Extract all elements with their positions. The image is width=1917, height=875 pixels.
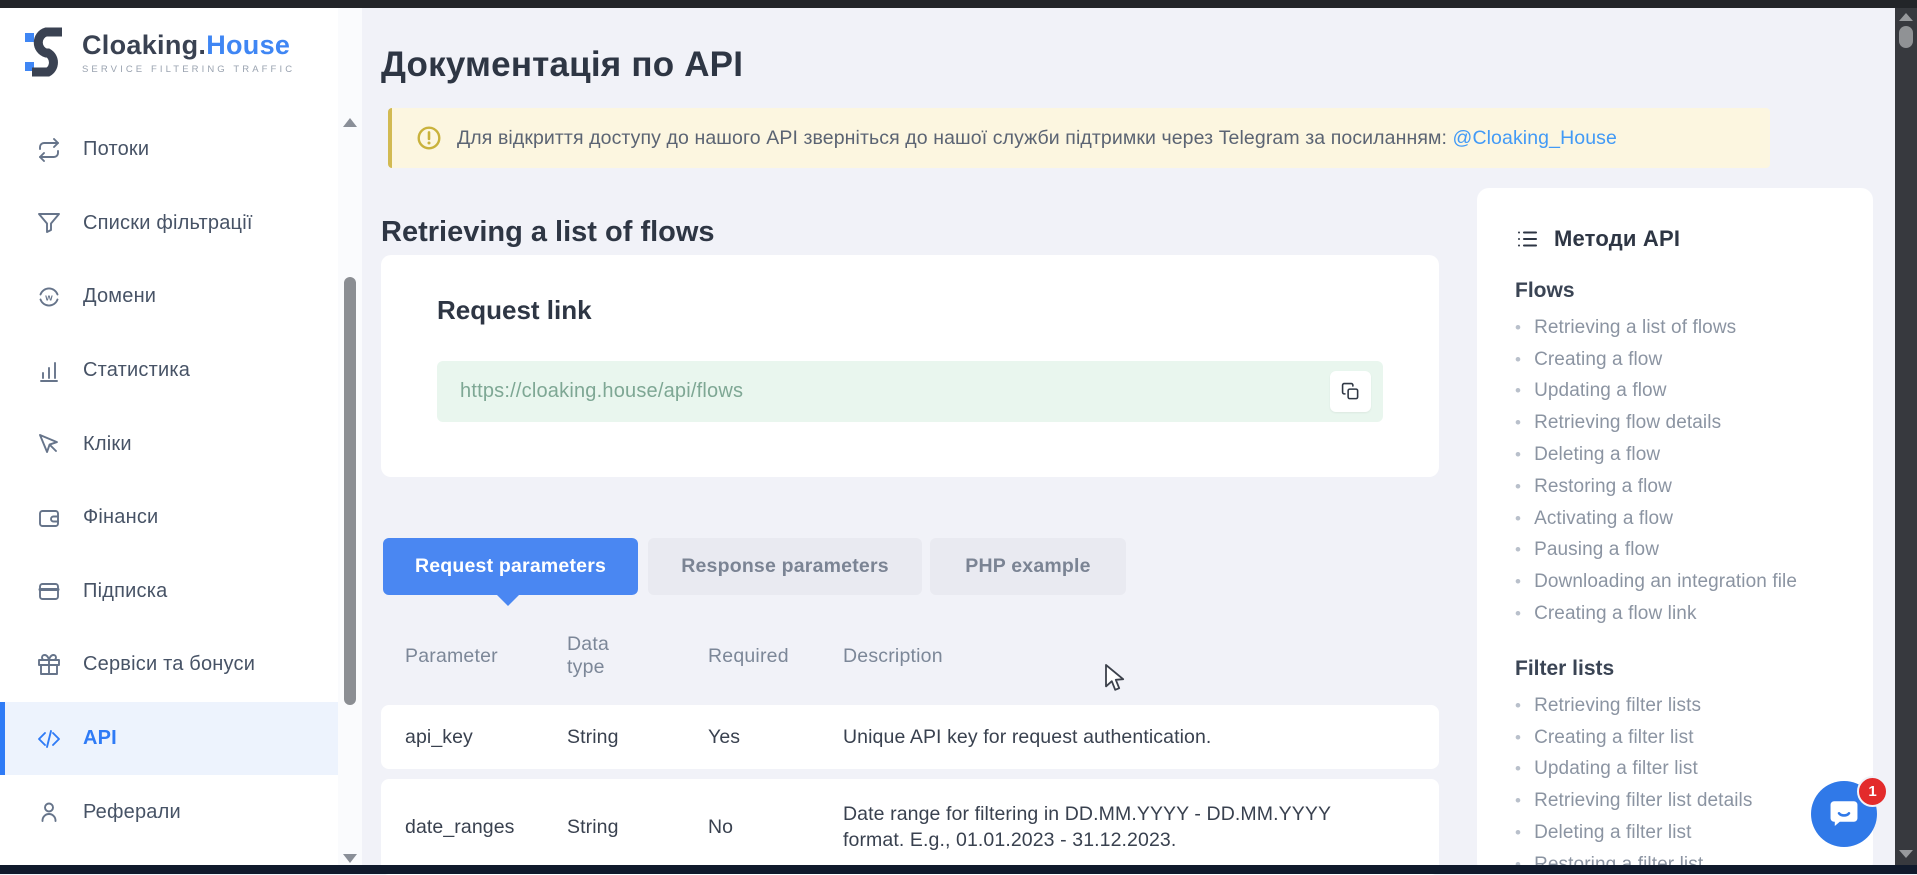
sidebar-item-label: Фінанси <box>83 506 158 529</box>
tab-php-example[interactable]: PHP example <box>930 538 1126 595</box>
cell-required: No <box>708 779 818 875</box>
sidebar-item-label: Списки фільтрації <box>83 212 253 235</box>
page-scrollbar-thumb[interactable] <box>1899 26 1913 48</box>
scroll-down-icon[interactable] <box>1899 850 1913 858</box>
user-icon <box>37 800 61 824</box>
method-link[interactable]: Updating a flow <box>1515 376 1873 408</box>
repeat-icon <box>37 138 61 162</box>
method-link[interactable]: Creating a flow <box>1515 344 1873 376</box>
table-row: api_key String Yes Unique API key for re… <box>381 705 1439 769</box>
cell-required: Yes <box>708 705 818 769</box>
copy-icon <box>1341 382 1360 401</box>
copy-url-button[interactable] <box>1330 371 1371 412</box>
tab-request-parameters[interactable]: Request parameters <box>383 538 638 595</box>
scroll-down-icon[interactable] <box>343 854 357 863</box>
list-icon <box>1515 227 1539 251</box>
cell-data-type: String <box>567 705 637 769</box>
tab-response-parameters[interactable]: Response parameters <box>648 538 922 595</box>
cell-parameter: api_key <box>405 705 555 769</box>
cell-description: Date range for filtering in DD.MM.YYYY -… <box>843 779 1383 875</box>
group-title-filter-lists: Filter lists <box>1515 657 1835 681</box>
sidebar-nav: Потоки Списки фільтрації w Домени Статис… <box>0 113 338 849</box>
gift-icon <box>37 653 61 677</box>
col-required: Required <box>708 617 818 695</box>
request-url[interactable]: https://cloaking.house/api/flows <box>460 380 743 403</box>
credit-card-icon <box>37 579 61 603</box>
sidebar-item-domains[interactable]: w Домени <box>0 260 338 334</box>
scroll-up-icon[interactable] <box>343 118 357 127</box>
sidebar-item-label: Кліки <box>83 433 132 456</box>
method-link[interactable]: Updating a filter list <box>1515 754 1873 786</box>
sidebar-item-label: Статистика <box>83 359 190 382</box>
filter-icon <box>37 211 61 235</box>
logo[interactable]: Cloaking.House SERVICE FILTERING TRAFFIC <box>24 24 295 80</box>
sidebar-item-services-bonuses[interactable]: Сервіси та бонуси <box>0 628 338 702</box>
sidebar-item-subscription[interactable]: Підписка <box>0 555 338 629</box>
sidebar-item-clicks[interactable]: Кліки <box>0 407 338 481</box>
method-link[interactable]: Retrieving filter lists <box>1515 690 1873 722</box>
method-link[interactable]: Restoring a flow <box>1515 471 1873 503</box>
code-icon <box>37 727 61 751</box>
page-title: Документація по API <box>381 45 743 85</box>
sidebar-item-label: Потоки <box>83 138 149 161</box>
method-link[interactable]: Pausing a flow <box>1515 535 1873 567</box>
bar-chart-icon <box>37 359 61 383</box>
sidebar-item-label: Реферали <box>83 801 181 824</box>
sidebar-item-label: Домени <box>83 285 156 308</box>
notice-text: Для відкриття доступу до нашого API звер… <box>457 127 1617 150</box>
group-title-flows: Flows <box>1515 279 1835 303</box>
sidebar-item-label: API <box>83 727 117 750</box>
content-scrollbar[interactable] <box>338 8 362 865</box>
chat-bubble-icon <box>1827 797 1861 831</box>
table-row: date_ranges String No Date range for fil… <box>381 779 1439 875</box>
method-link[interactable]: Creating a flow link <box>1515 598 1873 630</box>
page-scrollbar[interactable] <box>1895 8 1917 865</box>
request-url-field[interactable]: https://cloaking.house/api/flows <box>437 361 1383 422</box>
window-top-edge <box>0 0 1917 8</box>
sidebar-item-api[interactable]: API <box>0 702 338 776</box>
sidebar-item-filter-lists[interactable]: Списки фільтрації <box>0 187 338 261</box>
globe-w-icon: w <box>37 285 61 309</box>
method-link[interactable]: Creating a filter list <box>1515 722 1873 754</box>
api-methods-title: Методи API <box>1554 226 1680 252</box>
sidebar-item-flows[interactable]: Потоки <box>0 113 338 187</box>
request-link-title: Request link <box>437 295 592 326</box>
method-link[interactable]: Retrieving flow details <box>1515 407 1873 439</box>
cell-description: Unique API key for request authenticatio… <box>843 705 1383 769</box>
mouse-pointer-icon <box>37 432 61 456</box>
method-link[interactable]: Retrieving a list of flows <box>1515 312 1873 344</box>
brand-name: Cloaking.House <box>82 30 295 61</box>
method-link[interactable]: Downloading an integration file <box>1515 566 1873 598</box>
sidebar-item-label: Підписка <box>83 580 167 603</box>
cell-parameter: date_ranges <box>405 779 555 875</box>
warning-icon <box>416 125 442 151</box>
col-description: Description <box>843 617 1383 695</box>
active-tab-pointer <box>497 595 519 606</box>
api-access-notice: Для відкриття доступу до нашого API звер… <box>388 108 1770 168</box>
method-link[interactable]: Activating a flow <box>1515 503 1873 535</box>
cloaking-house-logo-icon <box>24 24 70 80</box>
cell-data-type: String <box>567 779 637 875</box>
table-header: Parameter Data type Required Description <box>381 617 1439 695</box>
sidebar: Cloaking.House SERVICE FILTERING TRAFFIC… <box>0 8 338 865</box>
content-scrollbar-thumb[interactable] <box>344 277 356 705</box>
wallet-icon <box>37 506 61 530</box>
method-link[interactable]: Deleting a flow <box>1515 439 1873 471</box>
api-methods-panel: Методи API Flows Retrieving a list of fl… <box>1477 188 1873 874</box>
scroll-up-icon[interactable] <box>1899 13 1913 21</box>
support-chat-button[interactable]: 1 <box>1811 781 1877 847</box>
telegram-link[interactable]: @Cloaking_House <box>1453 127 1617 149</box>
section-title: Retrieving a list of flows <box>381 216 715 249</box>
chat-unread-badge: 1 <box>1857 776 1888 807</box>
col-data-type: Data type <box>567 617 637 695</box>
sidebar-item-finance[interactable]: Фінанси <box>0 481 338 555</box>
sidebar-item-referrals[interactable]: Реферали <box>0 775 338 849</box>
brand-tagline: SERVICE FILTERING TRAFFIC <box>82 64 295 75</box>
window-bottom-edge <box>0 865 1917 874</box>
request-link-card: Request link https://cloaking.house/api/… <box>381 255 1439 477</box>
sidebar-item-label: Сервіси та бонуси <box>83 653 255 676</box>
svg-text:w: w <box>44 292 53 303</box>
col-parameter: Parameter <box>405 617 555 695</box>
sidebar-item-statistics[interactable]: Статистика <box>0 334 338 408</box>
